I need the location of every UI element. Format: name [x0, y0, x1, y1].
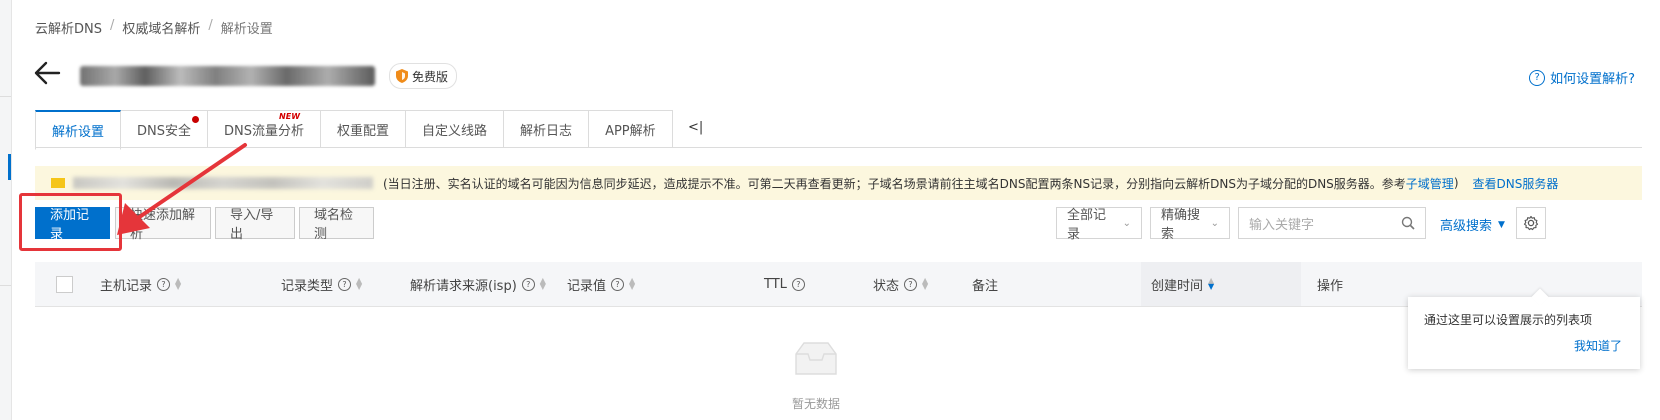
- table-header: 主机记录 ? ▲ ▼ 记录类型 ? ▲ ▼ 解析请求来源(isp) ? ▲ ▼ 记录值…: [35, 262, 1642, 307]
- chevron-down-icon: ⌄: [1122, 217, 1131, 229]
- column-label: 解析请求来源(isp): [410, 278, 517, 294]
- advanced-search-label: 高级搜索: [1440, 219, 1493, 234]
- pointer-arrow-annotation: [117, 143, 247, 235]
- sort-icon[interactable]: ▲ ▼: [1208, 277, 1214, 291]
- column-label: 备注: [972, 278, 999, 294]
- tab-label: 自定义线路: [422, 123, 488, 139]
- plan-badge: 免费版: [389, 63, 458, 89]
- breadcrumb: 云解析DNS / 权威域名解析 / 解析设置: [35, 18, 273, 37]
- column-label: TTL: [764, 276, 787, 292]
- column-header-type[interactable]: 记录类型 ? ▲ ▼: [281, 262, 362, 306]
- record-filter-value: 全部记录: [1067, 208, 1107, 242]
- new-badge: NEW: [279, 112, 301, 121]
- help-link[interactable]: ? 如何设置解析?: [1529, 68, 1635, 87]
- nav-active-indicator: [8, 154, 11, 180]
- tab-underline: [35, 147, 1642, 148]
- tab-collapse-toggle[interactable]: <|: [688, 120, 703, 135]
- column-label: 创建时间: [1151, 278, 1204, 294]
- sort-icon[interactable]: ▲ ▼: [922, 277, 928, 291]
- caret-down-icon: ▼: [1498, 219, 1505, 230]
- column-header-remark: 备注: [972, 262, 998, 306]
- question-circle-icon[interactable]: ?: [904, 277, 918, 291]
- question-circle-icon[interactable]: ?: [791, 277, 805, 291]
- column-header-action: 操作: [1317, 262, 1343, 306]
- column-label: 记录值: [567, 278, 607, 294]
- question-circle-icon[interactable]: ?: [521, 277, 535, 291]
- shield-icon: [396, 69, 408, 83]
- column-settings-tooltip: 通过这里可以设置展示的列表项 我知道了: [1408, 288, 1640, 369]
- tab-label: DNS流量分析: [224, 123, 305, 139]
- chevron-down-icon: ⌄: [1210, 217, 1219, 229]
- tab-label: APP解析: [605, 123, 656, 139]
- tab-app-resolve[interactable]: APP解析: [589, 110, 673, 148]
- rail-divider: [0, 96, 11, 97]
- search-input[interactable]: 输入关键字: [1238, 207, 1426, 239]
- column-header-value[interactable]: 记录值 ? ▲ ▼: [567, 262, 635, 306]
- column-header-host[interactable]: 主机记录 ? ▲ ▼: [100, 262, 181, 306]
- breadcrumb-separator: /: [208, 18, 213, 33]
- rail-divider: [0, 285, 11, 286]
- select-all-checkbox[interactable]: [56, 276, 73, 293]
- domain-check-button[interactable]: 域名检测: [299, 207, 374, 242]
- column-label: 记录类型: [281, 278, 334, 294]
- breadcrumb-item: 解析设置: [220, 22, 273, 37]
- column-header-created[interactable]: 创建时间 ▲ ▼: [1141, 262, 1301, 306]
- search-placeholder: 输入关键字: [1249, 217, 1315, 233]
- tab-label: 解析设置: [52, 125, 105, 140]
- sort-icon[interactable]: ▲ ▼: [175, 277, 181, 291]
- sort-icon[interactable]: ▲ ▼: [629, 277, 635, 291]
- search-icon[interactable]: [1401, 216, 1415, 230]
- tooltip-dismiss-link[interactable]: 我知道了: [1574, 337, 1622, 354]
- subdomain-manage-link[interactable]: 子域管理: [1406, 175, 1454, 192]
- notice-banner: (当日注册、实名认证的域名可能因为信息同步延迟，造成提示不准。可第二天再查看更新…: [35, 166, 1642, 200]
- empty-box-icon: [795, 342, 837, 375]
- back-arrow-icon[interactable]: [33, 60, 61, 86]
- question-circle-icon[interactable]: ?: [338, 277, 352, 291]
- tab-custom-line[interactable]: 自定义线路: [406, 110, 505, 148]
- breadcrumb-item[interactable]: 权威域名解析: [122, 18, 200, 37]
- notification-dot: [192, 116, 200, 123]
- view-dns-server-link[interactable]: 查看DNS服务器: [1473, 175, 1559, 192]
- help-link-label: 如何设置解析?: [1550, 72, 1635, 87]
- tab-resolve-log[interactable]: 解析日志: [504, 110, 590, 148]
- gear-icon: [1523, 215, 1539, 231]
- question-circle-icon[interactable]: ?: [157, 277, 171, 291]
- column-header-status[interactable]: 状态 ? ▲ ▼: [873, 262, 928, 306]
- column-label: 主机记录: [100, 278, 153, 294]
- tab-label: DNS安全: [137, 123, 192, 139]
- sort-icon[interactable]: ▲ ▼: [540, 277, 546, 291]
- tab-weight-config[interactable]: 权重配置: [321, 110, 407, 148]
- search-mode-value: 精确搜索: [1161, 208, 1201, 242]
- column-label: 状态: [873, 278, 900, 294]
- tooltip-text: 通过这里可以设置展示的列表项: [1424, 313, 1593, 327]
- column-label: 操作: [1317, 278, 1344, 294]
- advanced-search-toggle[interactable]: 高级搜索 ▼: [1440, 215, 1505, 234]
- domain-name-redacted: [80, 66, 375, 86]
- record-filter-select[interactable]: 全部记录 ⌄: [1056, 207, 1142, 242]
- search-mode-select[interactable]: 精确搜索 ⌄: [1150, 207, 1230, 242]
- column-settings-button[interactable]: [1516, 207, 1546, 239]
- notice-text: (当日注册、实名认证的域名可能因为信息同步延迟，造成提示不准。可第二天再查看更新…: [383, 176, 1406, 191]
- warning-icon: [51, 178, 65, 188]
- sort-icon[interactable]: ▲ ▼: [356, 277, 362, 291]
- column-header-isp[interactable]: 解析请求来源(isp) ? ▲ ▼: [410, 262, 546, 306]
- breadcrumb-separator: /: [110, 18, 115, 33]
- plan-label: 免费版: [412, 69, 449, 84]
- breadcrumb-item[interactable]: 云解析DNS: [35, 18, 102, 37]
- empty-state-text: 暂无数据: [791, 397, 840, 411]
- notice-close-paren: ): [1453, 176, 1459, 190]
- column-header-ttl[interactable]: TTL ?: [764, 262, 805, 306]
- question-circle-icon[interactable]: ?: [611, 277, 625, 291]
- left-nav-rail: [0, 0, 12, 420]
- tab-label: 权重配置: [337, 123, 390, 139]
- tab-label: 解析日志: [520, 123, 573, 139]
- question-circle-icon: ?: [1529, 69, 1546, 86]
